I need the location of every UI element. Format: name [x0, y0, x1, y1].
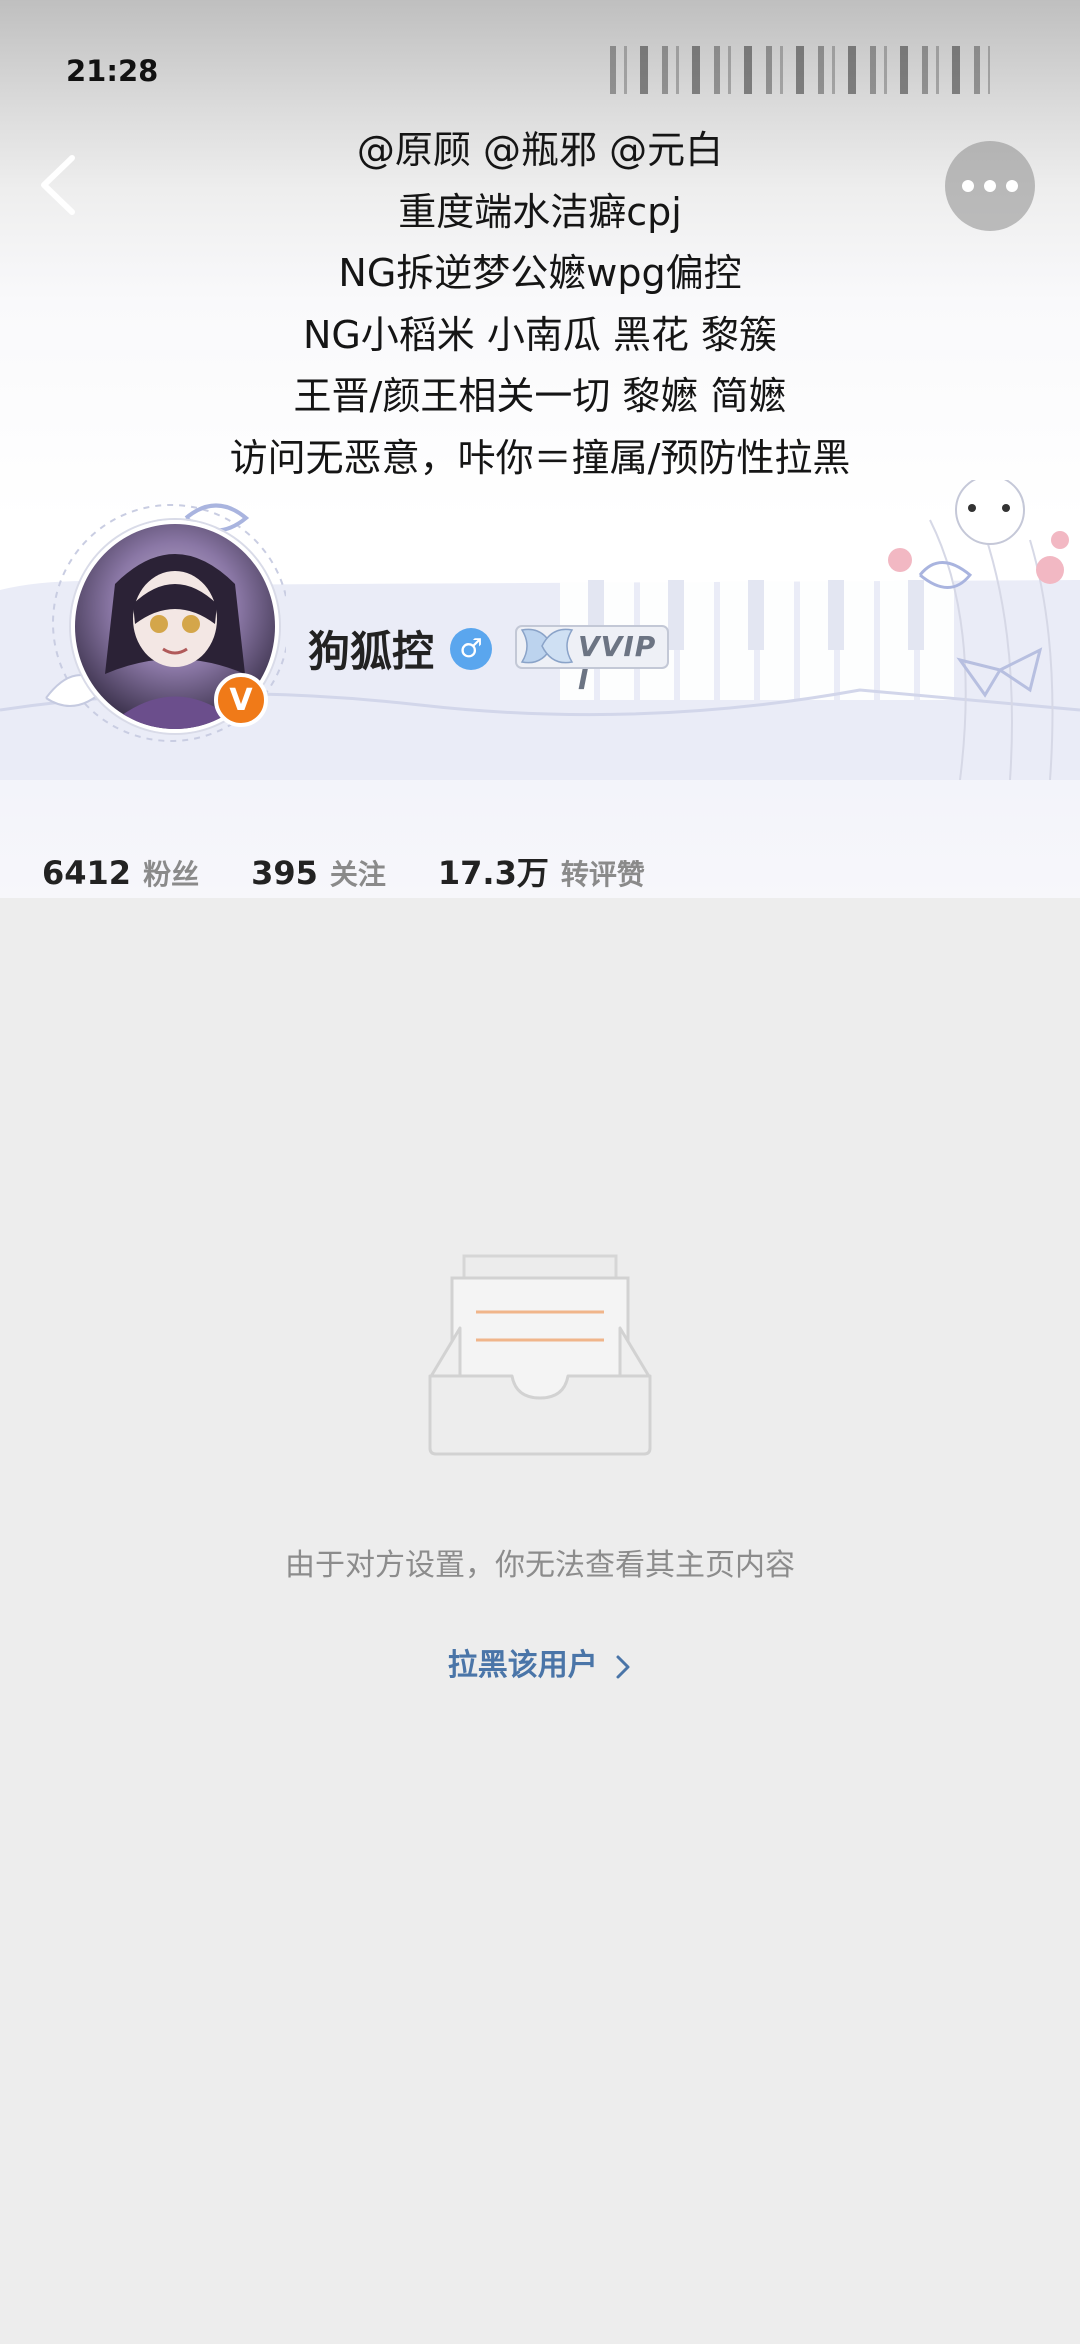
vip-badge[interactable]: VVIP I [512, 620, 672, 696]
restricted-content-message: 由于对方设置，你无法查看其主页内容 [285, 1548, 795, 1583]
bio-line: 访问无恶意，咔你＝撞属/预防性拉黑 [229, 435, 851, 480]
username: 狗狐控 [308, 627, 435, 676]
status-bar-time: 21:28 [66, 54, 159, 88]
stat-label: 粉丝 [143, 858, 200, 891]
stat-fans[interactable]: 6412 粉丝 [42, 853, 199, 893]
bio-line: @原顾 @瓶邪 @元白 [356, 128, 724, 172]
stat-label: 关注 [329, 858, 386, 891]
stat-following[interactable]: 395 关注 [251, 853, 386, 893]
verified-badge: V [214, 673, 268, 727]
bio-line: 重度端水洁癖cpj [398, 189, 682, 234]
bio-line: NG拆逆梦公嬷wpg偏控 [338, 251, 742, 295]
profile-bio: @原顾 @瓶邪 @元白 重度端水洁癖cpj NG拆逆梦公嬷wpg偏控 NG小稻米… [0, 120, 1080, 489]
bio-line: 王晋/颜王相关一切 黎嬷 简嬷 [293, 374, 787, 418]
stat-number: 6412 [42, 854, 132, 892]
empty-inbox-icon [428, 1254, 652, 1456]
bio-line: NG小稻米 小南瓜 黑花 黎簇 [302, 312, 778, 357]
profile-header: 21:28 @原顾 @瓶邪 @元白 重度端水洁癖cpj NG拆逆梦公嬷wpg偏控… [0, 0, 1080, 898]
gender-male-icon: ♂ [450, 628, 492, 670]
block-user-label: 拉黑该用户 [447, 1648, 598, 1683]
stat-label: 转评赞 [560, 858, 645, 891]
block-user-link[interactable]: 拉黑该用户 [0, 1640, 1080, 1684]
stat-number: 395 [251, 854, 318, 892]
avatar-container[interactable]: V [36, 498, 286, 748]
status-bar-icons [610, 46, 990, 94]
stat-reposts-likes[interactable]: 17.3万 转评赞 [438, 848, 645, 894]
profile-stats: 6412 粉丝 395 关注 17.3万 转评赞 [42, 848, 697, 892]
stat-number: 17.3万 [437, 854, 549, 892]
vip-label: VVIP I [578, 630, 657, 696]
chevron-right-icon [616, 1655, 630, 1678]
